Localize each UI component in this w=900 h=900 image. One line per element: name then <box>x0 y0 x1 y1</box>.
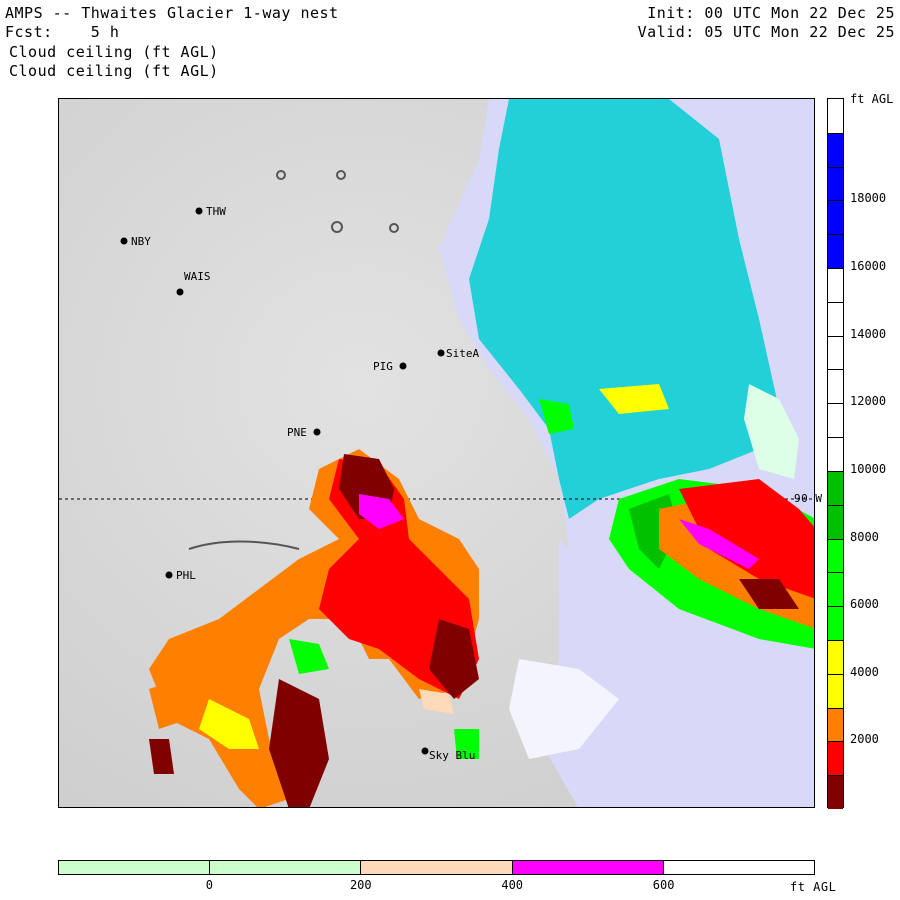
station-marker-icon <box>313 428 321 436</box>
colorbar-tick-label: 8000 <box>850 529 879 544</box>
colorbar-segment <box>828 741 843 776</box>
colorbar-segment <box>828 673 843 708</box>
station-label: PHL <box>176 569 196 582</box>
bottom-colorbar-tick-label: 400 <box>501 878 524 892</box>
colorbar-tick-label: 2000 <box>850 732 879 747</box>
cloud-ceiling-map: THW NBY WAIS PIG SiteA PNE PHL Sky Blu <box>59 99 814 807</box>
station-marker-icon <box>120 237 128 245</box>
bottom-colorbar-segment <box>59 861 210 874</box>
station-marker-icon <box>165 571 173 579</box>
init-time: Init: 00 UTC Mon 22 Dec 25 <box>647 4 895 22</box>
bottom-colorbar-tick-label: 0 <box>205 878 214 892</box>
station-sky-blu: Sky Blu <box>421 747 475 762</box>
colorbar-segment <box>828 538 843 573</box>
colorbar-segment <box>828 403 843 438</box>
colorbar-segment <box>828 132 843 167</box>
bottom-colorbar-tick-label: 600 <box>652 878 675 892</box>
colorbar-segment <box>828 470 843 505</box>
bottom-colorbar-segment <box>209 861 361 874</box>
bottom-colorbar-segment <box>662 861 815 874</box>
colorbar-segment <box>828 572 843 607</box>
colorbar-segment <box>828 504 843 539</box>
field-name-secondary: Cloud ceiling (ft AGL) <box>9 62 219 80</box>
colorbar-tick-label: 12000 <box>850 394 887 409</box>
meridian-label: 90 W <box>794 492 823 505</box>
colorbar-tick-label: 10000 <box>850 461 887 476</box>
bottom-colorbar-tick-label: 200 <box>349 878 372 892</box>
colorbar-segment <box>828 707 843 742</box>
colorbar-segment <box>828 335 843 370</box>
station-label: Sky Blu <box>429 749 475 762</box>
bottom-colorbar-segment <box>360 861 512 874</box>
station-label: WAIS <box>184 270 211 283</box>
station-label: NBY <box>131 235 151 248</box>
colorbar-units: ft AGL <box>850 92 894 106</box>
colorbar-tick-label: 4000 <box>850 664 879 679</box>
colorbar-segment <box>828 166 843 201</box>
station-marker-icon <box>399 362 407 370</box>
valid-time: Valid: 05 UTC Mon 22 Dec 25 <box>637 23 895 41</box>
station-marker-icon <box>421 747 429 755</box>
colorbar-segment <box>828 639 843 674</box>
station-marker-icon <box>195 207 203 215</box>
colorbar-segment <box>828 99 843 133</box>
station-label: PIG <box>373 360 393 373</box>
colorbar-segment <box>828 775 843 809</box>
station-label: SiteA <box>446 347 479 360</box>
colorbar-tick-label: 6000 <box>850 597 879 612</box>
bottom-colorbar-units: ft AGL <box>790 880 837 894</box>
map-panel: THW NBY WAIS PIG SiteA PNE PHL Sky Blu <box>58 98 815 808</box>
low-ceiling-colorbar <box>58 860 815 875</box>
colorbar-segment <box>828 369 843 404</box>
station-label: THW <box>206 205 226 218</box>
colorbar-segment <box>828 234 843 269</box>
station-marker-icon <box>176 288 184 296</box>
station-marker-icon <box>437 349 445 357</box>
field-name: Cloud ceiling (ft AGL) <box>9 43 219 61</box>
plot-title: AMPS -- Thwaites Glacier 1-way nest <box>5 4 339 22</box>
station-label: PNE <box>287 426 307 439</box>
colorbar-segment <box>828 437 843 471</box>
ceiling-colorbar <box>827 98 844 809</box>
colorbar-segment <box>828 268 843 302</box>
forecast-hour: Fcst: 5 h <box>5 23 120 41</box>
colorbar-tick-label: 14000 <box>850 326 887 341</box>
colorbar-segment <box>828 301 843 336</box>
colorbar-segment <box>828 200 843 235</box>
colorbar-tick-label: 18000 <box>850 191 887 206</box>
colorbar-tick-label: 16000 <box>850 259 887 274</box>
colorbar-segment <box>828 606 843 640</box>
bottom-colorbar-segment <box>511 861 663 874</box>
